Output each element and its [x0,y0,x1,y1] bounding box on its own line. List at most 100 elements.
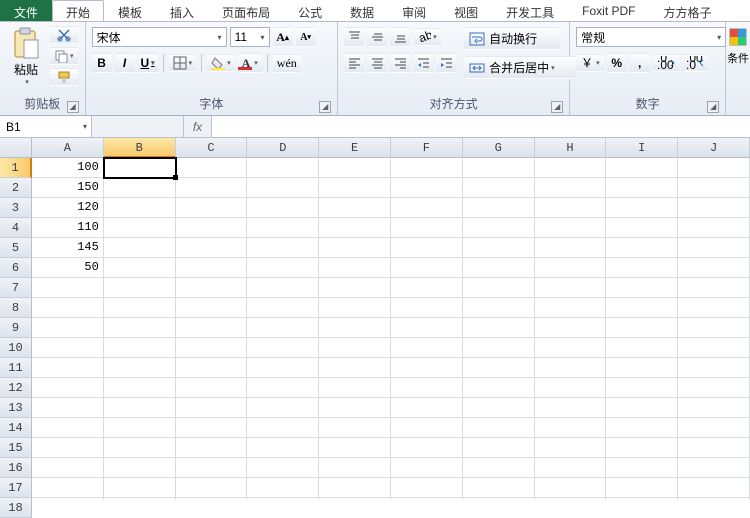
cell[interactable] [391,318,463,338]
cell[interactable] [247,458,319,478]
tab-view[interactable]: 视图 [440,0,492,21]
cell[interactable] [176,238,248,258]
cell[interactable] [176,398,248,418]
cell[interactable] [247,358,319,378]
select-all-corner[interactable] [0,138,32,158]
cell[interactable] [32,398,104,418]
cell[interactable] [463,478,535,498]
column-header[interactable]: J [678,138,750,158]
cell[interactable] [463,458,535,478]
cell[interactable]: 145 [32,238,104,258]
cell[interactable] [104,458,176,478]
grow-font-button[interactable]: A▴ [273,27,293,47]
name-box[interactable]: B1▾ [0,116,92,137]
cell[interactable] [104,258,176,278]
formula-input[interactable] [212,116,750,137]
underline-button[interactable]: U▾ [138,53,158,73]
cell[interactable] [176,178,248,198]
clipboard-dialog-launcher[interactable]: ◢ [67,101,79,113]
italic-button[interactable]: I [115,53,135,73]
borders-button[interactable]: ▾ [169,54,197,72]
font-size-combo[interactable]: 11▾ [230,27,270,47]
number-dialog-launcher[interactable]: ◢ [707,101,719,113]
tab-data[interactable]: 数据 [336,0,388,21]
cell[interactable] [535,418,607,438]
column-header[interactable]: A [32,138,104,158]
cell[interactable] [319,438,391,458]
cell[interactable] [176,458,248,478]
decrease-decimal-button[interactable]: .00.0 [682,54,708,72]
orientation-button[interactable]: ab▾ [413,28,441,46]
percent-button[interactable]: % [607,53,627,73]
cell[interactable] [247,198,319,218]
cell[interactable] [247,338,319,358]
cell[interactable] [535,378,607,398]
cell[interactable] [606,298,678,318]
cell[interactable] [247,438,319,458]
cell[interactable] [606,278,678,298]
cell[interactable] [104,478,176,498]
cell[interactable] [535,318,607,338]
column-header[interactable]: D [247,138,319,158]
cell[interactable] [535,438,607,458]
cell[interactable] [32,478,104,498]
cell[interactable] [176,418,248,438]
cell[interactable] [606,478,678,498]
cell[interactable] [391,258,463,278]
cell[interactable] [535,398,607,418]
row-header[interactable]: 8 [0,298,32,318]
cell[interactable] [319,218,391,238]
cell[interactable] [678,198,750,218]
cell[interactable] [678,378,750,398]
cell[interactable] [176,318,248,338]
align-dialog-launcher[interactable]: ◢ [551,101,563,113]
row-header[interactable]: 9 [0,318,32,338]
font-name-combo[interactable]: 宋体▾ [92,27,227,47]
bold-button[interactable]: B [92,53,112,73]
cell[interactable] [678,458,750,478]
cell[interactable] [391,398,463,418]
row-header[interactable]: 11 [0,358,32,378]
align-right-button[interactable] [390,53,410,73]
cell[interactable] [678,278,750,298]
cell[interactable] [535,338,607,358]
cell[interactable] [606,418,678,438]
wrap-text-button[interactable]: 自动换行 [464,27,560,50]
fx-label[interactable]: fx [184,116,212,137]
cell[interactable] [32,338,104,358]
cell[interactable] [606,238,678,258]
cell[interactable] [678,478,750,498]
cell[interactable] [391,358,463,378]
comma-button[interactable]: , [630,53,650,73]
cell[interactable] [319,298,391,318]
cell[interactable] [247,218,319,238]
cell[interactable] [463,178,535,198]
cell[interactable] [391,158,463,178]
cell[interactable] [247,418,319,438]
cell[interactable] [104,158,176,178]
cell[interactable] [176,198,248,218]
cell[interactable] [319,158,391,178]
row-header[interactable]: 7 [0,278,32,298]
row-header[interactable]: 12 [0,378,32,398]
row-header[interactable]: 3 [0,198,32,218]
cell[interactable] [32,298,104,318]
font-dialog-launcher[interactable]: ◢ [319,101,331,113]
cell[interactable] [678,438,750,458]
cell[interactable]: 100 [32,158,104,178]
shrink-font-button[interactable]: A▾ [296,27,316,47]
paste-button[interactable]: 粘贴 ▾ [6,24,46,92]
cell[interactable] [319,398,391,418]
cell[interactable]: 50 [32,258,104,278]
cell[interactable] [247,378,319,398]
cell[interactable] [678,218,750,238]
row-header[interactable]: 10 [0,338,32,358]
cell[interactable] [391,178,463,198]
align-center-button[interactable] [367,53,387,73]
cell[interactable] [463,158,535,178]
fill-color-button[interactable]: ▾ [207,54,235,72]
cell[interactable] [535,158,607,178]
cell[interactable] [678,178,750,198]
cell[interactable] [176,278,248,298]
cell[interactable] [535,478,607,498]
